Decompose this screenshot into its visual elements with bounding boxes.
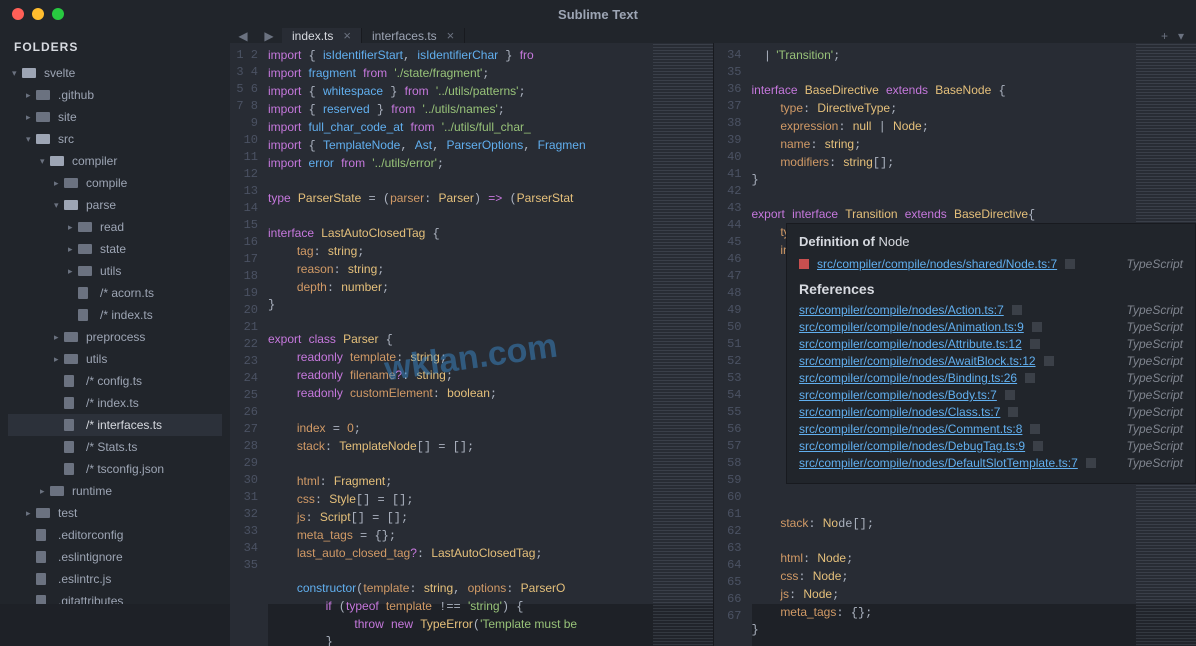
tab-menu-icon[interactable]: ▾ [1178,29,1184,43]
window-title: Sublime Text [558,7,638,22]
close-icon[interactable]: × [447,28,455,43]
file-item[interactable]: /* tsconfig.json [8,458,222,480]
definition-link[interactable]: src/compiler/compile/nodes/shared/Node.t… [817,257,1057,271]
language-badge: TypeScript [1127,354,1183,368]
window-close[interactable] [12,8,24,20]
tab-interfaces-ts[interactable]: interfaces.ts× [362,28,465,43]
square-icon [1025,373,1035,383]
folder-item[interactable]: ▾svelte [8,62,222,84]
sidebar: FOLDERS ▾svelte▸.github▸site▾src▾compile… [0,28,230,604]
reference-link[interactable]: src/compiler/compile/nodes/Comment.ts:8 [799,422,1022,436]
window-minimize[interactable] [32,8,44,20]
folder-item[interactable]: ▸utils [8,260,222,282]
tab-bar: ◀ ▶ index.ts×interfaces.ts× + ▾ [230,28,1196,43]
references-header: References [799,281,1183,297]
square-icon [1033,441,1043,451]
file-item[interactable]: .eslintignore [8,546,222,568]
square-icon [1044,356,1054,366]
folder-item[interactable]: ▸site [8,106,222,128]
file-item[interactable]: /* index.ts [8,304,222,326]
language-badge: TypeScript [1127,337,1183,351]
folder-item[interactable]: ▸compile [8,172,222,194]
language-badge: TypeScript [1127,303,1183,317]
reference-link[interactable]: src/compiler/compile/nodes/AwaitBlock.ts… [799,354,1036,368]
square-icon [1086,458,1096,468]
gutter: 1 2 3 4 5 6 7 8 9 10 11 12 13 14 15 16 1… [230,43,268,646]
folder-item[interactable]: ▸read [8,216,222,238]
folder-item[interactable]: ▸.github [8,84,222,106]
editor-pane-1[interactable]: 1 2 3 4 5 6 7 8 9 10 11 12 13 14 15 16 1… [230,43,713,646]
file-icon [799,259,809,269]
reference-link[interactable]: src/compiler/compile/nodes/Class.ts:7 [799,405,1000,419]
reference-link[interactable]: src/compiler/compile/nodes/Attribute.ts:… [799,337,1022,351]
folder-item[interactable]: ▾parse [8,194,222,216]
language-badge: TypeScript [1127,257,1183,271]
reference-link[interactable]: src/compiler/compile/nodes/DefaultSlotTe… [799,456,1078,470]
file-item[interactable]: /* config.ts [8,370,222,392]
language-badge: TypeScript [1127,388,1183,402]
gutter: 34 35 36 37 38 39 40 41 42 43 44 45 46 4… [714,43,752,646]
file-item[interactable]: /* index.ts [8,392,222,414]
folder-item[interactable]: ▸test [8,502,222,524]
reference-link[interactable]: src/compiler/compile/nodes/Animation.ts:… [799,320,1024,334]
folder-item[interactable]: ▸runtime [8,480,222,502]
reference-link[interactable]: src/compiler/compile/nodes/Body.ts:7 [799,388,997,402]
editor-pane-2[interactable]: 34 35 36 37 38 39 40 41 42 43 44 45 46 4… [713,43,1196,646]
file-item[interactable]: .editorconfig [8,524,222,546]
language-badge: TypeScript [1127,405,1183,419]
square-icon [1065,259,1075,269]
square-icon [1008,407,1018,417]
square-icon [1030,424,1040,434]
goto-definition-panel: Definition of Node src/compiler/compile/… [786,223,1196,484]
square-icon [1005,390,1015,400]
language-badge: TypeScript [1127,371,1183,385]
folder-item[interactable]: ▸preprocess [8,326,222,348]
language-badge: TypeScript [1127,422,1183,436]
folder-item[interactable]: ▸utils [8,348,222,370]
window-maximize[interactable] [52,8,64,20]
folder-item[interactable]: ▾compiler [8,150,222,172]
reference-link[interactable]: src/compiler/compile/nodes/Action.ts:7 [799,303,1004,317]
tab-index-ts[interactable]: index.ts× [282,28,362,43]
file-item[interactable]: .eslintrc.js [8,568,222,590]
reference-link[interactable]: src/compiler/compile/nodes/DebugTag.ts:9 [799,439,1025,453]
code-content[interactable]: import { isIdentifierStart, isIdentifier… [268,43,653,646]
definition-header: Definition of Node [799,234,1183,249]
square-icon [1030,339,1040,349]
tab-prev-icon[interactable]: ◀ [230,28,256,43]
file-item[interactable]: /* Stats.ts [8,436,222,458]
square-icon [1012,305,1022,315]
language-badge: TypeScript [1127,320,1183,334]
tab-next-icon[interactable]: ▶ [256,28,282,43]
folder-item[interactable]: ▾src [8,128,222,150]
file-item[interactable]: /* interfaces.ts [8,414,222,436]
language-badge: TypeScript [1127,439,1183,453]
minimap[interactable] [653,43,713,646]
new-tab-icon[interactable]: + [1161,29,1168,43]
folder-item[interactable]: ▸state [8,238,222,260]
file-item[interactable]: /* acorn.ts [8,282,222,304]
close-icon[interactable]: × [343,28,351,43]
language-badge: TypeScript [1127,456,1183,470]
file-item[interactable]: .gitattributes [8,590,222,604]
reference-link[interactable]: src/compiler/compile/nodes/Binding.ts:26 [799,371,1017,385]
folders-header: FOLDERS [8,40,222,54]
square-icon [1032,322,1042,332]
